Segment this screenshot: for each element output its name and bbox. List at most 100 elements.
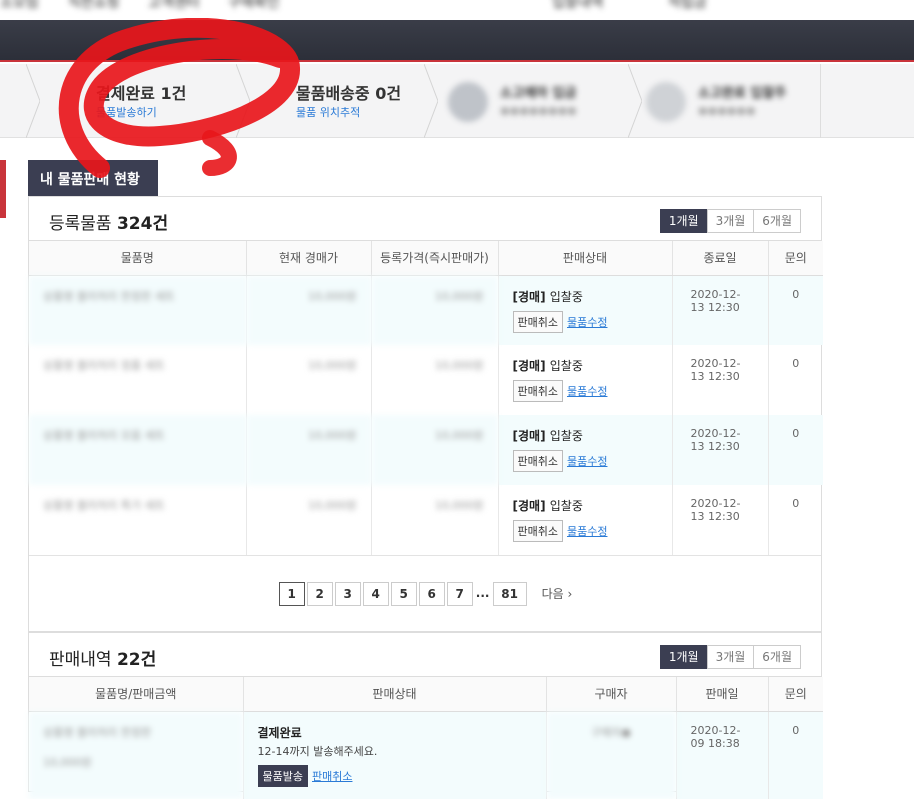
current-price: 10,000원: [246, 275, 372, 345]
ship-deadline-note: 12-14까지 발송해주세요.: [257, 744, 378, 758]
sales-history-panel: 판매내역 22건 1개월 3개월 6개월 물품명/판매금액 판매상태 구매자 판…: [28, 632, 823, 799]
cancel-sale-button[interactable]: 판매취소: [512, 380, 563, 402]
topnav-item[interactable]: 직판쇼핑: [68, 0, 120, 12]
item-name[interactable]: 상품명 블러처리 정품 세트: [29, 345, 247, 415]
column-header: 판매상태: [243, 677, 547, 712]
period-6m[interactable]: 6개월: [753, 209, 801, 233]
inquiry-count[interactable]: 0: [768, 415, 823, 485]
cancel-sale-button[interactable]: 판매취소: [512, 310, 563, 333]
end-date: 2020-12-13 12:30: [672, 345, 769, 415]
page-button[interactable]: 7: [446, 581, 473, 606]
period-filter: 1개월 3개월 6개월: [659, 645, 801, 669]
column-header: 문의: [768, 241, 823, 276]
step-shipping[interactable]: 물품배송중 0건 물품 위치추적: [250, 64, 430, 138]
table-row: 상품명 블러처리 한정판 10,000원 결제완료 12-14까지 발송해주세요.…: [29, 711, 823, 799]
page-button[interactable]: 6: [418, 581, 445, 606]
step-link: ●●●●●●: [698, 104, 756, 117]
page-button[interactable]: 1: [278, 581, 305, 606]
sale-date: 2020-12-09 18:38: [676, 711, 769, 799]
topnav-item[interactable]: 입찰내역: [552, 0, 604, 12]
top-navigation: 소모임 직판쇼핑 고객센터 구매확인 입찰내역 적립금: [0, 0, 914, 20]
chevron-divider-icon: [236, 64, 250, 138]
edit-item-link[interactable]: 물품수정: [567, 383, 607, 399]
topnav-item[interactable]: 구매확인: [228, 0, 280, 12]
sales-history-table: 물품명/판매금액 판매상태 구매자 판매일 문의 상품명 블러처리 한정판 10,…: [29, 677, 823, 799]
inquiry-count[interactable]: 0: [768, 711, 823, 799]
chevron-right-icon: ›: [567, 587, 573, 601]
column-header: 등록가격(즉시판매가): [371, 241, 499, 276]
step-link[interactable]: 물품발송하기: [96, 104, 157, 120]
period-3m[interactable]: 3개월: [706, 209, 755, 233]
column-header: 물품명/판매금액: [29, 677, 244, 712]
page-button[interactable]: 4: [362, 581, 389, 606]
cancel-sale-link[interactable]: 판매취소: [312, 768, 352, 784]
page-button[interactable]: 3: [334, 581, 361, 606]
edit-item-link[interactable]: 물품수정: [567, 314, 607, 330]
inquiry-count[interactable]: 0: [768, 275, 823, 345]
current-price: 10,000원: [246, 415, 372, 485]
end-date: 2020-12-13 12:30: [672, 275, 769, 345]
step-payment-complete[interactable]: 결제완료 1건 물품발송하기: [40, 64, 240, 138]
topnav-item[interactable]: 고객센터: [148, 0, 200, 12]
sale-state-cell: 결제완료 12-14까지 발송해주세요. 물품발송 판매취소: [243, 711, 547, 799]
end-date: 2020-12-13 12:30: [672, 415, 769, 485]
topnav-item[interactable]: 소모임: [0, 0, 39, 12]
inquiry-count[interactable]: 0: [768, 485, 823, 555]
item-name[interactable]: 상품명 블러처리 특가 세트: [29, 485, 247, 555]
header-band: [0, 20, 914, 62]
period-1m[interactable]: 1개월: [659, 209, 708, 233]
cancel-sale-button[interactable]: 판매취소: [512, 450, 563, 472]
registered-price: 10,000원: [371, 345, 499, 415]
registered-items-table: 물품명 현재 경매가 등록가격(즉시판매가) 판매상태 종료일 문의 상품명 블…: [29, 241, 823, 555]
ship-item-button[interactable]: 물품발송: [257, 764, 308, 787]
column-header: 판매상태: [498, 241, 673, 276]
page-button[interactable]: 5: [390, 581, 417, 606]
cancel-sale-button[interactable]: 판매취소: [512, 520, 563, 542]
step-title: 소고예마 입금: [500, 86, 577, 101]
sale-state-cell: [경매] 입찰중 판매취소 물품수정: [498, 345, 673, 415]
table-row: 상품명 블러처리 한정판 세트 10,000원 10,000원 [경매] 입찰중…: [29, 275, 823, 345]
topnav-item[interactable]: 적립금: [668, 0, 707, 12]
page-button[interactable]: 81: [492, 581, 527, 606]
item-name[interactable]: 상품명 블러처리 한정판 세트: [29, 275, 247, 345]
step-blurred[interactable]: 소고완료 입찰주 ●●●●●●: [646, 64, 826, 138]
step-count: 1건: [160, 84, 187, 103]
step-title: 소고완료 입찰주: [698, 86, 787, 101]
steps-divider: [820, 64, 821, 138]
page-button[interactable]: 2: [306, 581, 333, 606]
step-blurred[interactable]: 소고예마 입금 ●●●●●●●●: [448, 64, 628, 138]
step-link[interactable]: 물품 위치추적: [296, 104, 360, 120]
step-title: 물품배송중: [296, 84, 370, 103]
table-row: 상품명 블러처리 특가 세트 10,000원 10,000원 [경매] 입찰중 …: [29, 485, 823, 555]
column-header: 문의: [768, 677, 823, 712]
section-title: 등록물품 324건: [49, 214, 169, 234]
edit-item-link[interactable]: 물품수정: [567, 523, 607, 539]
step-link: ●●●●●●●●: [500, 104, 577, 117]
column-header: 종료일: [672, 241, 769, 276]
chevron-divider-icon: [424, 64, 438, 138]
item-name[interactable]: 상품명 블러처리 모음 세트: [29, 415, 247, 485]
page-ellipsis: ...: [475, 585, 490, 600]
edit-item-link[interactable]: 물품수정: [567, 453, 607, 469]
section-title: 판매내역 22건: [49, 650, 157, 670]
registered-price: 10,000원: [371, 415, 499, 485]
period-1m[interactable]: 1개월: [659, 645, 708, 669]
end-date: 2020-12-13 12:30: [672, 485, 769, 555]
item-name-price[interactable]: 상품명 블러처리 한정판 10,000원: [29, 711, 244, 799]
buyer-name: 구매자●: [546, 711, 677, 799]
table-row: 상품명 블러처리 모음 세트 10,000원 10,000원 [경매] 입찰중 …: [29, 415, 823, 485]
next-page-link[interactable]: 다음 ›: [542, 585, 573, 602]
sales-status-steps: 결제완료 1건 물품발송하기 물품배송중 0건 물품 위치추적 소고예마 입금 …: [0, 64, 914, 138]
period-3m[interactable]: 3개월: [706, 645, 755, 669]
left-edge-fragment: [0, 140, 8, 784]
sale-state-cell: [경매] 입찰중 판매취소 물품수정: [498, 275, 673, 345]
pagination: 1 2 3 4 5 6 7 ... 81 다음 ›: [29, 555, 821, 631]
tab-my-sales[interactable]: 내 물품판매 현황: [28, 160, 158, 196]
chevron-divider-icon: [26, 64, 40, 138]
current-price: 10,000원: [246, 345, 372, 415]
side-accent: [0, 160, 6, 218]
column-header: 구매자: [546, 677, 677, 712]
inquiry-count[interactable]: 0: [768, 345, 823, 415]
period-6m[interactable]: 6개월: [753, 645, 801, 669]
sale-state-cell: [경매] 입찰중 판매취소 물품수정: [498, 415, 673, 485]
